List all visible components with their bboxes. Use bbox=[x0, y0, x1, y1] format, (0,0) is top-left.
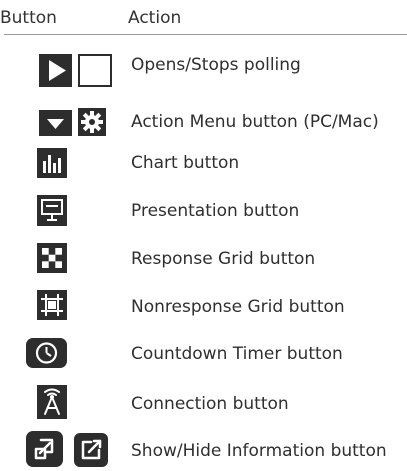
row-label: Connection button bbox=[131, 394, 289, 414]
table-row: Countdown Timer button bbox=[0, 338, 407, 378]
show-info-icon[interactable] bbox=[26, 431, 63, 467]
row-label: Response Grid button bbox=[131, 249, 316, 269]
dropdown-arrow-icon[interactable] bbox=[39, 110, 72, 136]
row-label: Countdown Timer button bbox=[131, 344, 343, 364]
table-row: Chart button bbox=[0, 148, 407, 188]
table-row: Opens/Stops polling bbox=[0, 48, 407, 88]
table-row: Show/Hide Information button bbox=[0, 431, 407, 471]
table-row: Nonresponse Grid button bbox=[0, 290, 407, 330]
row-label: Show/Hide Information button bbox=[131, 441, 387, 461]
row-label: Action Menu button (PC/Mac) bbox=[131, 112, 379, 132]
header-divider bbox=[4, 34, 407, 35]
row-label: Opens/Stops polling bbox=[131, 55, 301, 75]
bar-chart-icon[interactable] bbox=[37, 148, 67, 178]
checkerboard-grid-icon[interactable] bbox=[37, 243, 67, 273]
antenna-icon[interactable] bbox=[37, 385, 67, 419]
stop-icon[interactable] bbox=[78, 54, 112, 87]
table-row: Presentation button bbox=[0, 195, 407, 235]
table-row: Response Grid button bbox=[0, 243, 407, 283]
gear-icon[interactable] bbox=[78, 108, 106, 136]
table-header: Button Action bbox=[0, 7, 407, 33]
table-row: Connection button bbox=[0, 385, 407, 425]
row-label: Chart button bbox=[131, 153, 240, 173]
action-column-header: Action bbox=[128, 8, 182, 28]
play-icon[interactable] bbox=[39, 54, 72, 87]
hide-info-icon[interactable] bbox=[74, 433, 108, 467]
nonresponse-grid-icon[interactable] bbox=[37, 290, 67, 320]
clock-icon[interactable] bbox=[26, 338, 67, 368]
row-label: Presentation button bbox=[131, 201, 300, 221]
button-column-header: Button bbox=[0, 8, 57, 28]
presentation-icon[interactable] bbox=[37, 195, 67, 226]
row-label: Nonresponse Grid button bbox=[131, 297, 345, 317]
table-row: Action Menu button (PC/Mac) bbox=[0, 104, 407, 144]
